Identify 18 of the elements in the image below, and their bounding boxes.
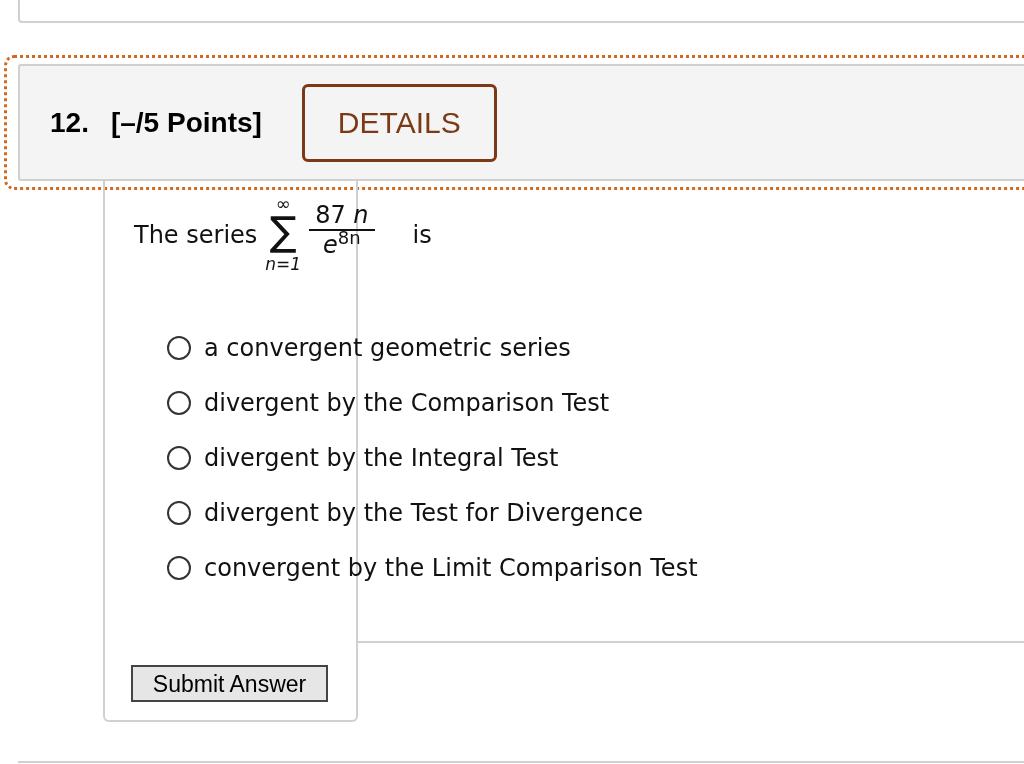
summation: ∞ ∑ n=1 <box>265 196 302 273</box>
radio-button[interactable] <box>167 390 191 415</box>
radio-button[interactable] <box>167 500 191 525</box>
radio-button[interactable] <box>167 445 191 470</box>
radio-button[interactable] <box>167 335 191 360</box>
question-number: 12. <box>50 105 89 140</box>
submit-button[interactable]: Submit Answer <box>131 665 328 702</box>
prompt-text: is <box>412 219 432 251</box>
prompt-text: The series <box>134 219 258 251</box>
option-label: divergent by the Comparison Test <box>204 387 610 419</box>
fraction: 87 n e$^{8n}$ <box>309 202 375 257</box>
option-label: convergent by the Limit Comparison Test <box>204 552 698 584</box>
option-label: divergent by the Integral Test <box>204 442 559 474</box>
details-button[interactable]: DETAILS <box>301 83 497 162</box>
radio-button[interactable] <box>167 555 191 580</box>
option-label: divergent by the Test for Divergence <box>204 497 643 529</box>
points-label: [–/5 Points] <box>110 105 262 140</box>
option-label: a convergent geometric series <box>204 332 571 364</box>
